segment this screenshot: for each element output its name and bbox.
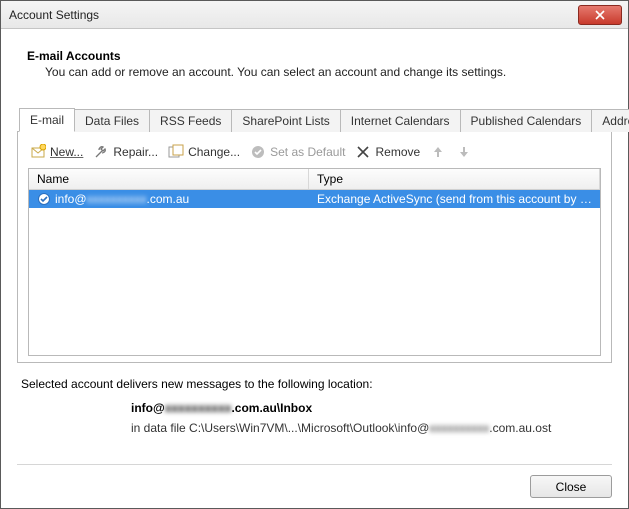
delivery-location-suffix: .com.au\Inbox (231, 401, 312, 415)
move-up-button (430, 144, 446, 160)
new-button[interactable]: New... (30, 144, 83, 160)
column-type[interactable]: Type (309, 169, 600, 189)
tab-panel-email: New... Repair... Change... Set as Defaul… (17, 132, 612, 363)
set-default-label: Set as Default (270, 145, 345, 159)
remove-icon (355, 144, 371, 160)
change-button[interactable]: Change... (168, 144, 240, 160)
list-header: Name Type (29, 169, 600, 190)
tab-address-books[interactable]: Address Books (591, 109, 629, 132)
row-name-redacted: xxxxxxxxxx (87, 192, 147, 206)
change-label: Change... (188, 145, 240, 159)
section-heading: E-mail Accounts (27, 49, 612, 63)
list-row[interactable]: info@xxxxxxxxxx.com.au Exchange ActiveSy… (29, 190, 600, 208)
tab-rss-feeds[interactable]: RSS Feeds (149, 109, 232, 132)
dialog-footer: Close (17, 464, 612, 498)
window-title: Account Settings (9, 8, 578, 22)
check-circle-icon (250, 144, 266, 160)
tab-published-calendars[interactable]: Published Calendars (460, 109, 593, 132)
change-icon (168, 144, 184, 160)
delivery-intro: Selected account delivers new messages t… (21, 377, 612, 391)
tab-internet-calendars[interactable]: Internet Calendars (340, 109, 461, 132)
window-close-button[interactable] (578, 5, 622, 25)
new-label: New... (50, 145, 83, 159)
set-default-button: Set as Default (250, 144, 345, 160)
delivery-location-redacted: xxxxxxxxxx (165, 401, 232, 415)
repair-label: Repair... (113, 145, 158, 159)
toolbar: New... Repair... Change... Set as Defaul… (28, 142, 601, 168)
close-icon (595, 10, 605, 20)
titlebar: Account Settings (1, 1, 628, 29)
tab-data-files[interactable]: Data Files (74, 109, 150, 132)
remove-button[interactable]: Remove (355, 144, 420, 160)
row-name-suffix: .com.au (147, 192, 190, 206)
delivery-path-redacted: xxxxxxxxxx (429, 421, 489, 435)
tab-email[interactable]: E-mail (19, 108, 75, 132)
remove-label: Remove (375, 145, 420, 159)
tab-sharepoint-lists[interactable]: SharePoint Lists (231, 109, 340, 132)
arrow-down-icon (456, 144, 472, 160)
repair-icon (93, 144, 109, 160)
accounts-list[interactable]: Name Type info@xxxxxxxxxx.com.au Exchang… (28, 168, 601, 356)
row-type: Exchange ActiveSync (send from this acco… (309, 192, 600, 206)
row-name-prefix: info@ (55, 192, 87, 206)
arrow-up-icon (430, 144, 446, 160)
move-down-button (456, 144, 472, 160)
close-button[interactable]: Close (530, 475, 612, 498)
column-name[interactable]: Name (29, 169, 309, 189)
tab-strip: E-mail Data Files RSS Feeds SharePoint L… (17, 107, 612, 132)
delivery-path-prefix: in data file C:\Users\Win7VM\...\Microso… (131, 421, 429, 435)
new-icon (30, 144, 46, 160)
repair-button[interactable]: Repair... (93, 144, 158, 160)
section-subtitle: You can add or remove an account. You ca… (45, 65, 612, 79)
delivery-location-prefix: info@ (131, 401, 165, 415)
default-account-icon (37, 192, 51, 206)
delivery-path-suffix: .com.au.ost (489, 421, 551, 435)
delivery-info: Selected account delivers new messages t… (21, 377, 612, 435)
